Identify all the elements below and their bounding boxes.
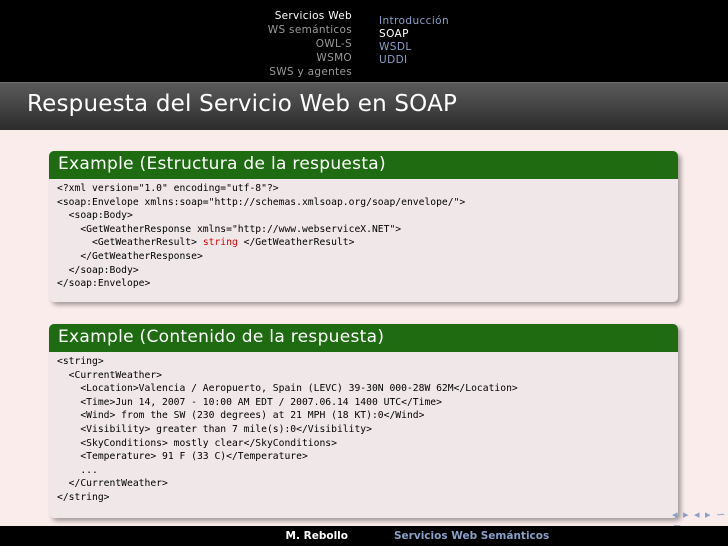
code-line: <string> [57,356,104,367]
nav-subsection-link[interactable]: SOAP [379,28,728,41]
code-line: <Location>Valencia / Aeropuerto, Spain (… [57,383,518,395]
code-line: </string> [57,491,110,503]
example-block-content: Example (Contenido de la respuesta) <str… [49,324,678,518]
code-line: </soap:Envelope> [57,278,151,290]
code-listing: <string> <CurrentWeather> <Location>Vale… [49,352,678,505]
example-title: Example (Contenido de la respuesta) [49,324,678,352]
nav-section-link[interactable]: WSMO [0,51,352,65]
code-line: <soap:Body> [57,210,133,222]
nav-subsection-link[interactable]: UDDI [379,54,728,67]
section-list: Servicios Web WS semánticos OWL-S WSMO SWS y… [0,0,364,82]
footer-author: M. Rebollo [285,530,348,542]
example-title: Example (Estructura de la respuesta) [49,151,678,179]
code-line: <Wind> from the SW (230 degrees) at 21 M… [57,410,425,422]
code-line: <Time>Jun 14, 2007 - 10:00 AM EDT / 2007… [57,396,442,408]
code-line: <Visibility> greater than 7 mile(s):0</V… [57,423,372,435]
code-line: <SkyConditions> mostly clear</SkyConditi… [57,437,337,449]
nav-section-link[interactable]: SWS y agentes [0,65,352,79]
code-line: <Temperature> 91 F (33 C)</Temperature> [57,451,308,463]
code-line: </CurrentWeather> [57,478,168,490]
code-line: <soap:Envelope xmlns:soap="http://schema… [57,196,466,208]
code-line: </GetWeatherResponse> [57,250,203,262]
nav-section-link[interactable]: OWL-S [0,37,352,51]
nav-subsection-link[interactable]: WSDL [379,41,728,54]
code-line: <GetWeatherResult> string </GetWeatherRe… [57,236,678,250]
example-block-structure: Example (Estructura de la respuesta) <?x… [49,151,678,302]
slide: Servicios Web WS semánticos OWL-S WSMO SWS y… [0,0,728,546]
code-listing: <?xml version="1.0" encoding="utf-8"?> <s… [49,179,678,291]
code-segment: <GetWeatherResult> [57,237,203,249]
code-line: </soap:Body> [57,264,139,276]
footer: M. Rebollo Servicios Web Semánticos [0,526,728,546]
code-line: <GetWeatherResponse xmlns="http://www.we… [57,223,402,235]
frame-title: Respuesta del Servicio Web en SOAP [27,91,458,117]
code-segment: </GetWeatherResult> [237,237,355,249]
subsection-list: Introducción SOAP WSDL UDDI [379,0,728,82]
code-line: ... [57,464,98,476]
nav-section-link[interactable]: Servicios Web [0,9,352,23]
code-line: <CurrentWeather> [57,369,162,381]
nav-subsection-link[interactable]: Introducción [379,15,728,28]
frame-title-bar: Respuesta del Servicio Web en SOAP [0,82,728,130]
nav-section-link[interactable]: WS semánticos [0,23,352,37]
footer-course: Servicios Web Semánticos [364,526,728,546]
header-navigation: Servicios Web WS semánticos OWL-S WSMO SWS y… [0,0,728,82]
code-highlight: string [202,237,238,249]
code-line: <?xml version="1.0" encoding="utf-8"?> [57,183,279,194]
